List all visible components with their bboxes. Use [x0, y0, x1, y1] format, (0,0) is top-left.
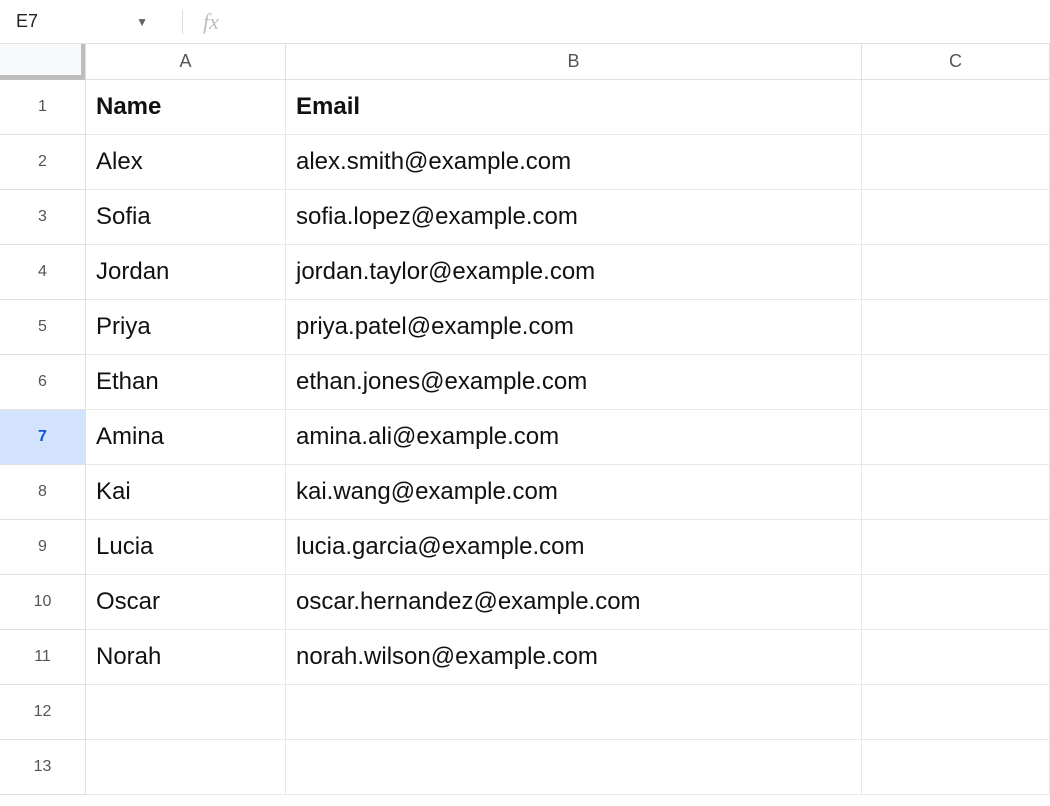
cell[interactable]	[862, 80, 1050, 135]
cell[interactable]: Ethan	[86, 355, 286, 410]
fx-icon[interactable]: fx	[197, 9, 225, 35]
cell[interactable]	[862, 630, 1050, 685]
cell[interactable]	[862, 465, 1050, 520]
cell[interactable]: Oscar	[86, 575, 286, 630]
cell[interactable]: kai.wang@example.com	[286, 465, 862, 520]
column-header-a[interactable]: A	[86, 44, 286, 80]
row-header[interactable]: 9	[0, 520, 86, 575]
cell[interactable]	[862, 355, 1050, 410]
row-header[interactable]: 4	[0, 245, 86, 300]
row-header[interactable]: 3	[0, 190, 86, 245]
cell[interactable]: Kai	[86, 465, 286, 520]
chevron-down-icon[interactable]: ▼	[132, 11, 152, 33]
cell[interactable]	[862, 135, 1050, 190]
row-header[interactable]: 2	[0, 135, 86, 190]
cell[interactable]: sofia.lopez@example.com	[286, 190, 862, 245]
cell[interactable]: Amina	[86, 410, 286, 465]
cell[interactable]: priya.patel@example.com	[286, 300, 862, 355]
cell[interactable]	[862, 300, 1050, 355]
cell[interactable]	[286, 740, 862, 795]
cell[interactable]: norah.wilson@example.com	[286, 630, 862, 685]
row-header[interactable]: 11	[0, 630, 86, 685]
row-header[interactable]: 12	[0, 685, 86, 740]
cell[interactable]	[86, 685, 286, 740]
cell[interactable]	[862, 190, 1050, 245]
cell[interactable]	[862, 575, 1050, 630]
cell[interactable]: lucia.garcia@example.com	[286, 520, 862, 575]
row-header[interactable]: 7	[0, 410, 86, 465]
cell[interactable]: Lucia	[86, 520, 286, 575]
row-header[interactable]: 5	[0, 300, 86, 355]
cell[interactable]: Alex	[86, 135, 286, 190]
cell[interactable]: Name	[86, 80, 286, 135]
column-header-b[interactable]: B	[286, 44, 862, 80]
cell[interactable]	[862, 245, 1050, 300]
cell[interactable]	[862, 685, 1050, 740]
cell[interactable]	[862, 410, 1050, 465]
row-header[interactable]: 8	[0, 465, 86, 520]
formula-input[interactable]	[235, 8, 1040, 36]
cell[interactable]: Norah	[86, 630, 286, 685]
formula-bar-row: E7 ▼ fx	[0, 0, 1050, 44]
spreadsheet-grid[interactable]: A B C 1NameEmail 2Alexalex.smith@example.…	[0, 44, 1050, 795]
cell[interactable]: jordan.taylor@example.com	[286, 245, 862, 300]
cell[interactable]	[862, 520, 1050, 575]
cell[interactable]: Email	[286, 80, 862, 135]
cell[interactable]	[286, 685, 862, 740]
cell[interactable]: oscar.hernandez@example.com	[286, 575, 862, 630]
cell[interactable]	[86, 740, 286, 795]
name-box[interactable]: E7 ▼	[10, 7, 160, 37]
cell[interactable]: ethan.jones@example.com	[286, 355, 862, 410]
row-header[interactable]: 6	[0, 355, 86, 410]
column-header-c[interactable]: C	[862, 44, 1050, 80]
row-header[interactable]: 13	[0, 740, 86, 795]
cell[interactable]: Priya	[86, 300, 286, 355]
select-all-corner[interactable]	[0, 44, 86, 80]
cell[interactable]: Sofia	[86, 190, 286, 245]
row-header[interactable]: 10	[0, 575, 86, 630]
cell[interactable]: amina.ali@example.com	[286, 410, 862, 465]
cell[interactable]: alex.smith@example.com	[286, 135, 862, 190]
cell[interactable]: Jordan	[86, 245, 286, 300]
row-header[interactable]: 1	[0, 80, 86, 135]
cell[interactable]	[862, 740, 1050, 795]
divider	[182, 10, 183, 34]
name-box-value: E7	[10, 11, 38, 32]
